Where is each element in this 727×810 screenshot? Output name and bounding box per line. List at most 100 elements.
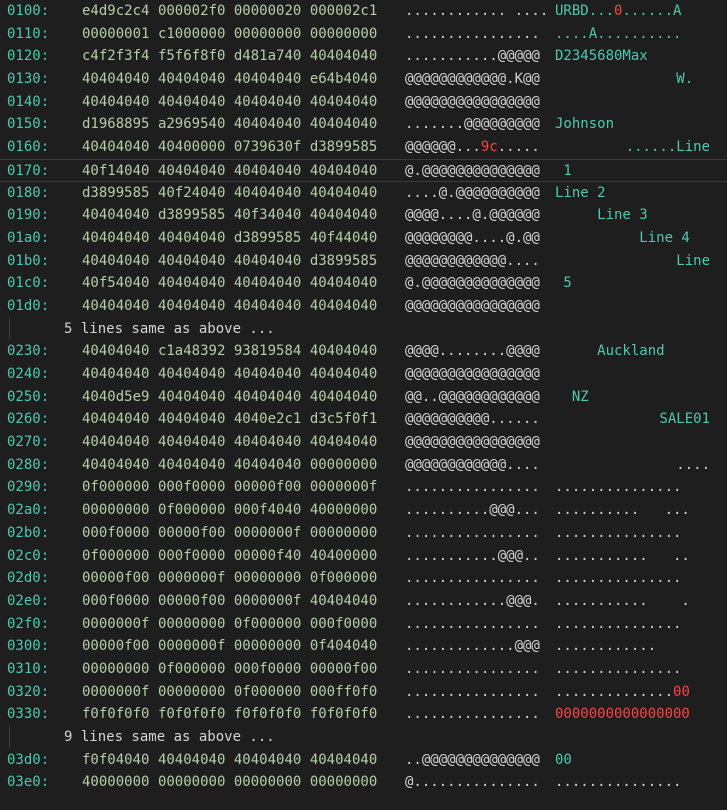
row-ascii: .......@@@@@@@@@	[405, 116, 540, 133]
hex-word: 00000001	[82, 25, 150, 42]
decoded-segment: D2345680Max	[555, 48, 648, 65]
hex-word: 0000000f	[233, 592, 302, 609]
row-hex-words: d3899585 40f24040 40404040 40404040	[82, 182, 405, 205]
decoded-segment: Johnson	[555, 116, 615, 133]
row-hex-words: 00000f00 0000000f 00000000 0f404040	[82, 635, 405, 658]
hex-word: 00000000	[309, 774, 378, 791]
row-hex-words: 0000000f 00000000 0f000000 000ff0f0	[82, 681, 405, 704]
row-decoded-text: Line 4	[555, 227, 710, 250]
hex-word: 40404040	[309, 434, 378, 451]
row-address: 02f0:	[7, 615, 50, 632]
row-address: 03e0:	[7, 774, 50, 791]
row-decoded-text: ...............	[555, 567, 710, 590]
hex-word: 0f000000	[233, 683, 302, 700]
decoded-segment: 1	[555, 162, 572, 179]
dump-row: 0230: 40404040 c1a48392 93819584 40404040 @@@…	[0, 340, 727, 363]
row-decoded-text: ......Line	[555, 136, 710, 159]
hex-word: d1968895	[82, 116, 150, 133]
row-address: 0250:	[7, 388, 50, 405]
row-hex-words: e4d9c2c4 000002f0 00000020 000002c1	[82, 0, 405, 23]
hex-word: 0000000f	[157, 638, 226, 655]
row-hex-words: f0f04040 40404040 40404040 40404040	[82, 749, 405, 772]
hex-word: 000ff0f0	[309, 683, 378, 700]
hex-word: 0000000f	[233, 524, 302, 541]
hex-word: 00000000	[309, 524, 378, 541]
hex-word: d481a740	[233, 48, 302, 65]
row-address: 0230:	[7, 343, 50, 360]
hex-word: 0f000000	[82, 547, 150, 564]
hex-word: f0f0f0f0	[82, 706, 150, 723]
row-address: 0120:	[7, 48, 50, 65]
dump-row: 0120: c4f2f3f4 f5f6f8f0 d481a740 40404040...…	[0, 45, 727, 68]
dump-row: 0130: 40404040 40404040 40404040 e64b4040 @@@…	[0, 68, 727, 91]
hex-word: 000002f0	[157, 3, 226, 19]
hex-word: f0f0f0f0	[309, 706, 378, 723]
hex-word: 00000000	[157, 683, 226, 700]
row-address: 01a0:	[7, 229, 50, 246]
hex-word: 40404040	[233, 388, 302, 405]
hex-word: 40404040	[309, 275, 378, 292]
row-ascii: @.@@@@@@@@@@@@@@	[405, 275, 540, 292]
row-address: 01c0:	[7, 275, 50, 292]
decoded-segment: ........... ..	[555, 547, 690, 564]
hex-word: 40404040	[157, 297, 226, 314]
row-decoded-text: ...............	[555, 771, 710, 794]
decoded-segment: Auckland	[555, 343, 665, 360]
hex-word: 40404040	[82, 434, 150, 451]
hex-word: 0f000000	[309, 570, 378, 587]
decoded-segment: ...............	[555, 660, 682, 677]
row-ascii: @@@@@@@@....@.@@	[405, 229, 540, 246]
hex-word: 00000f00	[309, 660, 378, 677]
hex-word: 40404040	[233, 93, 302, 110]
hex-word: 00000f00	[233, 479, 302, 496]
dump-row: 02e0: 000f0000 00000f00 0000000f 40404040...…	[0, 590, 727, 613]
hex-word: 93819584	[233, 343, 302, 360]
hex-word: 00000000	[233, 25, 302, 42]
row-ascii: @@@@@@@@@@@@@@@@	[405, 366, 540, 382]
row-address: 02a0:	[7, 502, 50, 519]
hex-word: 40404040	[233, 184, 302, 201]
row-ascii: ................	[405, 479, 540, 496]
hex-word: d3899585	[309, 139, 378, 156]
decoded-segment: ...............	[555, 479, 682, 496]
row-decoded-text: ...............	[555, 658, 710, 681]
hex-word: 40404040	[309, 48, 378, 65]
hex-word: 4040e2c1	[233, 411, 302, 428]
row-address: 0290:	[7, 479, 50, 496]
hex-word: c1000000	[157, 25, 226, 42]
hex-word: 40f54040	[82, 275, 150, 292]
row-decoded-text: ...............	[555, 522, 710, 545]
hex-word: 40404040	[157, 275, 226, 292]
hex-word: d3899585	[233, 229, 302, 246]
decoded-segment: ..............	[555, 683, 674, 700]
row-address: 0280:	[7, 456, 50, 473]
hex-word: 0000000f	[309, 479, 378, 496]
hex-word: 40404040	[82, 71, 150, 88]
decoded-segment: ....A..........	[555, 25, 682, 42]
row-address: 0240:	[7, 366, 50, 382]
row-hex-words: c4f2f3f4 f5f6f8f0 d481a740 40404040	[82, 45, 405, 68]
hex-word: 00000000	[157, 615, 226, 632]
hex-word: 40404040	[157, 434, 226, 451]
hex-word: d3c5f0f1	[309, 411, 378, 428]
row-ascii: ....@.@@@@@@@@@@	[405, 184, 540, 201]
row-ascii: @@@@@@@@@@@@@@@@	[405, 93, 540, 110]
row-address: 0310:	[7, 660, 50, 677]
hex-word: 40404040	[157, 71, 226, 88]
row-hex-words: 40404040 40404040 40404040 40404040	[82, 91, 405, 114]
row-decoded-text: Johnson	[555, 113, 710, 136]
hex-word: 40404040	[233, 366, 302, 382]
row-ascii: ............@@@.	[405, 592, 540, 609]
row-address: 0320:	[7, 683, 50, 700]
row-hex-words: 40000000 00000000 00000000 00000000	[82, 771, 405, 794]
decoded-segment: ............	[555, 638, 657, 655]
row-ascii: @@@@........@@@@	[405, 343, 540, 360]
row-ascii: ................	[405, 660, 540, 677]
hex-word: 00000000	[233, 774, 302, 791]
row-ascii: @.@@@@@@@@@@@@@@	[405, 162, 540, 179]
hex-word: 00000000	[82, 660, 150, 677]
row-decoded-text: ............	[555, 635, 710, 658]
dump-row: 03e0: 40000000 00000000 00000000 00000000 @..…	[0, 771, 727, 794]
row-ascii: @@@@@@@@@@@@@@@@	[405, 297, 540, 314]
dump-row: 0140: 40404040 40404040 40404040 40404040 @@@…	[0, 91, 727, 114]
